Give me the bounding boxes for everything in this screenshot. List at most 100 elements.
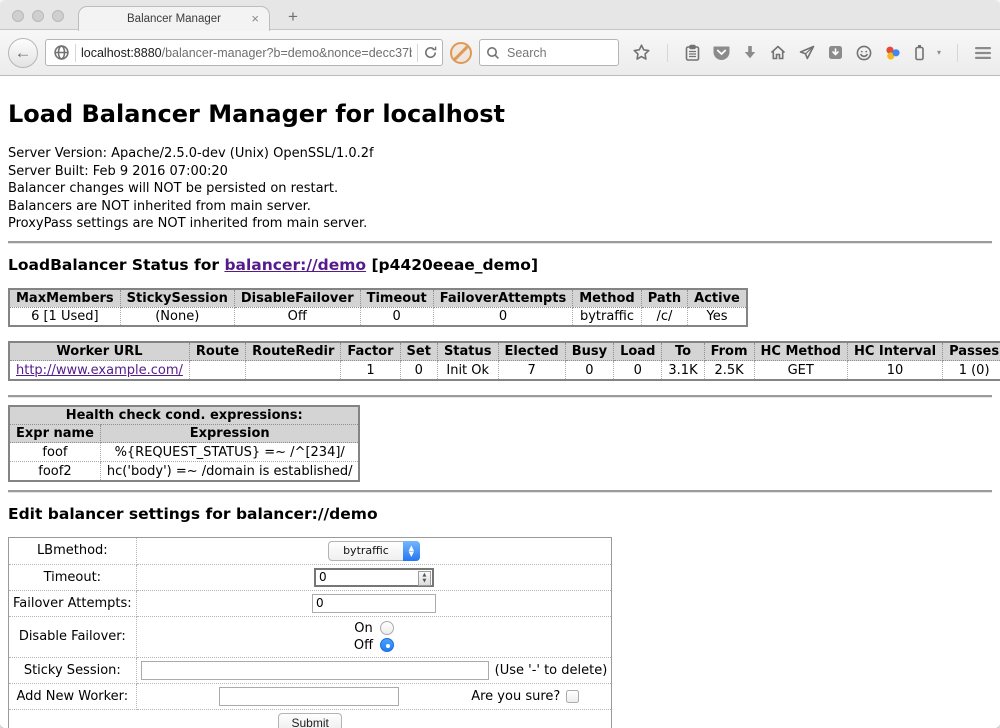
chevron-down-icon[interactable]: ▾	[937, 48, 941, 57]
column-header: RouteRedir	[246, 342, 341, 361]
timeout-input[interactable]	[314, 568, 434, 587]
status-heading-prefix: LoadBalancer Status for	[8, 256, 224, 274]
minimize-window-button[interactable]	[32, 10, 44, 22]
page-content: Load Balancer Manager for localhost Serv…	[0, 100, 1000, 728]
are-you-sure-label: Are you sure?	[471, 689, 560, 704]
bookmark-star-icon[interactable]	[632, 43, 651, 62]
back-button[interactable]: ←	[8, 38, 38, 68]
divider-rule	[8, 395, 992, 397]
downloads-icon[interactable]	[742, 44, 758, 61]
reading-list-icon[interactable]	[684, 44, 701, 62]
new-tab-button[interactable]: +	[288, 7, 298, 27]
table-cell: (None)	[120, 307, 234, 326]
menu-hamburger-icon[interactable]	[974, 46, 992, 60]
table-cell: 0	[400, 361, 437, 380]
submit-button[interactable]: Submit	[278, 713, 341, 728]
table-row: http://www.example.com/10Init Ok7003.1K2…	[9, 361, 1000, 380]
chat-smiley-icon[interactable]	[855, 44, 873, 62]
column-header: Busy	[565, 342, 613, 361]
pocket-icon[interactable]	[712, 44, 731, 62]
disable-failover-on-radio[interactable]	[380, 621, 394, 635]
server-built-line: Server Built: Feb 9 2016 07:00:20	[8, 163, 992, 181]
column-header: Factor	[341, 342, 400, 361]
disable-failover-off-radio[interactable]	[380, 638, 394, 652]
table-cell	[246, 361, 341, 380]
server-info: Server Version: Apache/2.5.0-dev (Unix) …	[8, 145, 992, 233]
balancer-settings-form: LBmethod: bytraffic ▲▼ Timeout: ▲▼	[8, 537, 612, 728]
table-cell: 3.1K	[662, 361, 704, 380]
server-version-line: Server Version: Apache/2.5.0-dev (Unix) …	[8, 145, 992, 163]
url-domain: localhost:8880	[81, 46, 162, 60]
add-worker-input[interactable]	[219, 687, 399, 706]
tab-title: Balancer Manager	[127, 13, 221, 25]
number-spinner-icon[interactable]: ▲▼	[418, 571, 431, 586]
home-icon[interactable]	[769, 44, 787, 61]
table-header-row: MaxMembersStickySessionDisableFailoverTi…	[9, 289, 747, 308]
sticky-session-hint: (Use '-' to delete)	[495, 663, 608, 678]
table-cell: 1 (0)	[943, 361, 1000, 380]
tab-close-icon[interactable]: ×	[251, 11, 259, 26]
worker-status-table: Worker URLRouteRouteRedirFactorSetStatus…	[8, 341, 1000, 381]
globe-icon	[53, 44, 70, 61]
device-battery-icon[interactable]	[913, 44, 926, 62]
column-header: Path	[641, 289, 687, 308]
column-header: Set	[400, 342, 437, 361]
table-cell: %{REQUEST_STATUS} =~ /^[234]/	[100, 443, 359, 462]
divider-rule	[8, 241, 992, 243]
extension-dots-icon[interactable]	[884, 44, 902, 62]
zoom-window-button[interactable]	[52, 10, 64, 22]
table-cell: /c/	[641, 307, 687, 326]
column-header: To	[662, 342, 704, 361]
table-cell: 0	[433, 307, 573, 326]
column-header: MaxMembers	[9, 289, 120, 308]
balancer-demo-link[interactable]: balancer://demo	[224, 256, 366, 274]
column-header: Expr name	[9, 425, 100, 443]
table-row: foof2hc('body') =~ /domain is establishe…	[9, 462, 359, 481]
search-input[interactable]	[505, 45, 605, 61]
column-header: HC Interval	[847, 342, 942, 361]
table-cell: 7	[498, 361, 565, 380]
column-header: Load	[614, 342, 662, 361]
url-path: /balancer-manager?b=demo&nonce=decc37be-…	[162, 46, 412, 60]
url-bar[interactable]: localhost:8880/balancer-manager?b=demo&n…	[45, 39, 443, 66]
browser-tab[interactable]: Balancer Manager ×	[78, 6, 270, 31]
table-cell: Off	[234, 307, 360, 326]
table-row: 6 [1 Used](None)Off00bytraffic/c/Yes	[9, 307, 747, 326]
failover-attempts-label: Failover Attempts:	[9, 590, 137, 616]
divider	[957, 44, 958, 62]
divider	[417, 44, 418, 62]
radio-on-label: On	[354, 620, 372, 637]
health-check-table: Health check cond. expressions: Expr nam…	[8, 405, 360, 482]
lbmethod-selected-value: bytraffic	[343, 544, 403, 557]
url-text[interactable]: localhost:8880/balancer-manager?b=demo&n…	[81, 46, 412, 60]
table-row: foof%{REQUEST_STATUS} =~ /^[234]/	[9, 443, 359, 462]
status-heading-suffix: [p4420eeae_demo]	[366, 256, 538, 274]
back-arrow-icon: ←	[15, 43, 32, 63]
reload-icon[interactable]	[423, 45, 438, 60]
loadbalancer-status-heading: LoadBalancer Status for balancer://demo …	[8, 256, 992, 274]
radio-off-label: Off	[354, 637, 373, 654]
persist-note-line: Balancer changes will NOT be persisted o…	[8, 180, 992, 198]
table-cell: foof2	[9, 462, 100, 481]
worker-url-link[interactable]: http://www.example.com/	[16, 363, 183, 378]
panel-download-icon[interactable]	[827, 44, 844, 61]
column-header: Timeout	[360, 289, 433, 308]
proxypass-note-line: ProxyPass settings are NOT inherited fro…	[8, 215, 992, 233]
divider	[667, 44, 668, 62]
table-cell: foof	[9, 443, 100, 462]
close-window-button[interactable]	[12, 10, 24, 22]
content-blocked-icon[interactable]	[450, 42, 472, 64]
are-you-sure-checkbox[interactable]	[566, 690, 579, 703]
column-header: StickySession	[120, 289, 234, 308]
send-icon[interactable]	[798, 44, 816, 61]
lbmethod-select[interactable]: bytraffic ▲▼	[328, 541, 420, 561]
column-header: Worker URL	[9, 342, 189, 361]
failover-attempts-input[interactable]	[312, 594, 436, 613]
health-table-title: Health check cond. expressions:	[9, 406, 359, 425]
column-header: Elected	[498, 342, 565, 361]
no-sign-icon	[450, 42, 472, 64]
table-cell: 2.5K	[704, 361, 754, 380]
sticky-session-input[interactable]	[141, 661, 489, 680]
search-bar[interactable]	[479, 39, 619, 66]
inherit-note-line: Balancers are NOT inherited from main se…	[8, 198, 992, 216]
